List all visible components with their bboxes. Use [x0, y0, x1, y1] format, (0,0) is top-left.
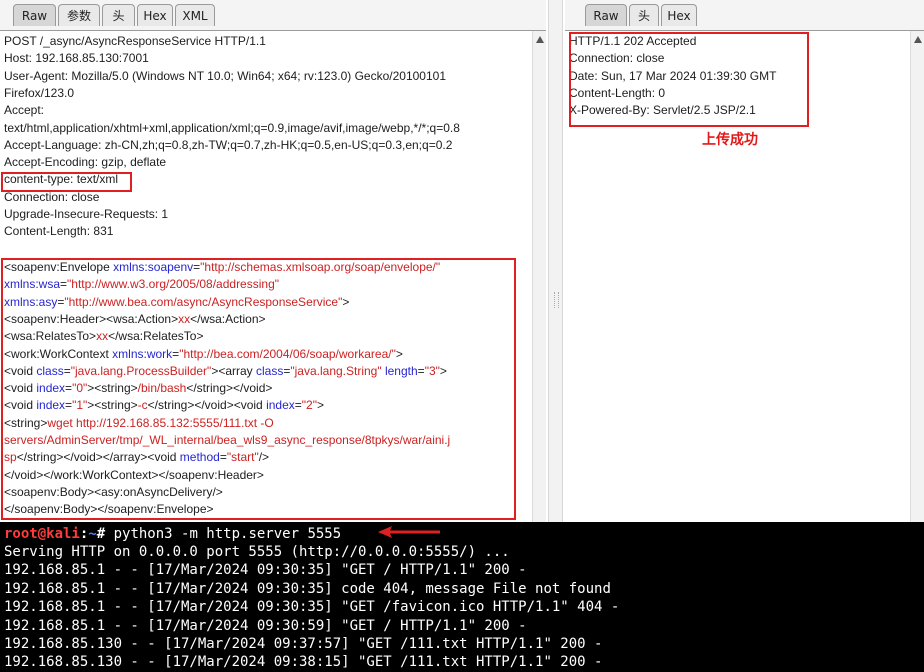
request-header-line: Content-Length: 831 [4, 224, 114, 239]
request-header-line: Accept-Language: zh-CN,zh;q=0.8,zh-TW;q=… [4, 137, 453, 152]
terminal-output-line: 192.168.85.1 - - [17/Mar/2024 09:30:35] … [4, 599, 620, 616]
terminal-output-line: 192.168.85.1 - - [17/Mar/2024 09:30:59] … [4, 617, 527, 634]
request-tabbar: Raw 参数 头 Hex XML [0, 0, 546, 31]
pane-splitter[interactable] [548, 0, 563, 522]
tab-xml[interactable]: XML [175, 4, 215, 26]
terminal-output-line: 192.168.85.1 - - [17/Mar/2024 09:30:35] … [4, 562, 527, 579]
request-header-line: User-Agent: Mozilla/5.0 (Windows NT 10.0… [4, 68, 446, 83]
terminal-output-line: Serving HTTP on 0.0.0.0 port 5555 (http:… [4, 544, 510, 560]
tab-headers[interactable]: 头 [102, 4, 135, 26]
scroll-up-arrow-icon[interactable] [536, 36, 544, 43]
tab-raw[interactable]: Raw [585, 4, 627, 26]
tab-raw[interactable]: Raw [13, 4, 56, 26]
request-header-line: text/html,application/xhtml+xml,applicat… [4, 120, 460, 135]
red-arrow-icon [378, 526, 440, 538]
splitter-grip-icon[interactable] [554, 292, 559, 308]
soap-body-highlight [1, 258, 516, 520]
tab-hex[interactable]: Hex [137, 4, 173, 26]
terminal-prompt-line: root@kali:~# python3 -m http.server 5555 [4, 525, 341, 543]
request-scrollbar[interactable] [532, 31, 546, 522]
response-highlight [569, 32, 809, 127]
request-header-line: Firefox/123.0 [4, 85, 75, 100]
request-header-line: Accept: [4, 103, 45, 118]
terminal[interactable]: root@kali:~# python3 -m http.server 5555… [0, 522, 924, 672]
terminal-output-line: 192.168.85.130 - - [17/Mar/2024 09:38:15… [4, 654, 603, 671]
tab-hex[interactable]: Hex [661, 4, 697, 26]
tab-headers[interactable]: 头 [629, 4, 659, 26]
request-header-line: Accept-Encoding: gzip, deflate [4, 155, 167, 170]
response-scrollbar[interactable] [910, 31, 924, 522]
prompt-end: # [96, 526, 114, 542]
request-header-line: POST /_async/AsyncResponseService HTTP/1… [4, 34, 266, 48]
request-header-line: Upgrade-Insecure-Requests: 1 [4, 207, 169, 221]
response-tabbar: Raw 头 Hex [565, 0, 924, 31]
prompt-path: ~ [88, 526, 97, 542]
terminal-command: python3 -m http.server 5555 [113, 526, 342, 542]
terminal-output-line: 192.168.85.130 - - [17/Mar/2024 09:37:57… [4, 636, 603, 652]
terminal-output-line: 192.168.85.1 - - [17/Mar/2024 09:30:35] … [4, 580, 611, 597]
tab-params[interactable]: 参数 [58, 4, 100, 26]
request-header-line: Host: 192.168.85.130:7001 [4, 51, 149, 66]
scroll-up-arrow-icon[interactable] [914, 36, 922, 43]
prompt-user: root@kali [4, 526, 80, 542]
content-type-highlight [1, 172, 132, 192]
upload-success-annotation: 上传成功 [702, 132, 758, 148]
